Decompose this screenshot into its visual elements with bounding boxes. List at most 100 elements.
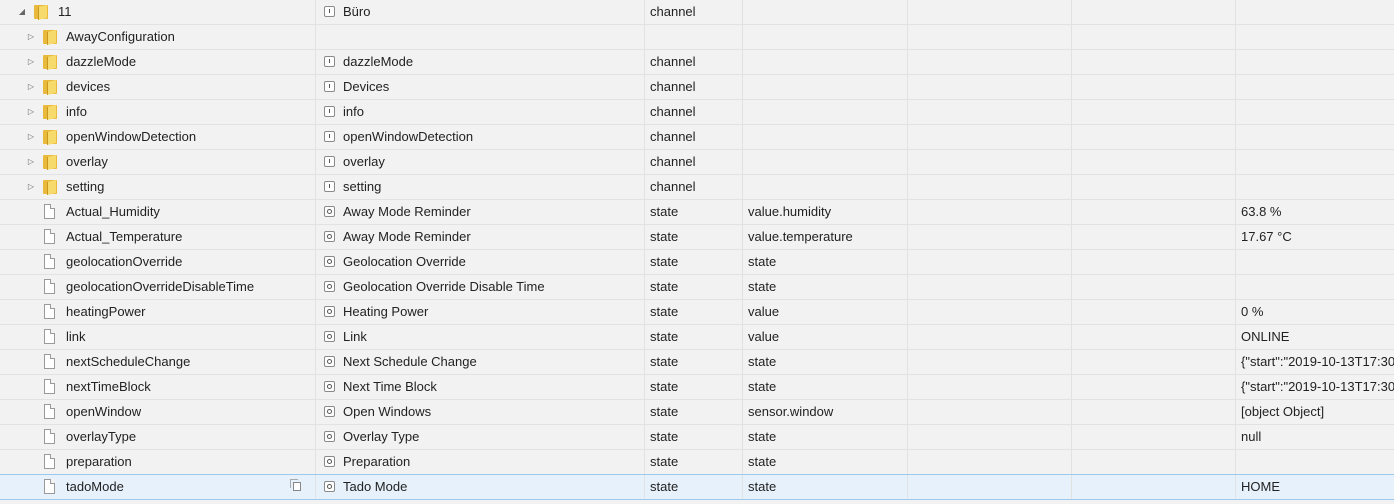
tree-row-preparation[interactable]: preparation Preparation state state: [0, 450, 1394, 475]
triangle-right-icon[interactable]: ▷: [25, 150, 37, 174]
type-cell: state: [644, 300, 742, 324]
id-cell: ▷ openWindowDetection: [0, 125, 315, 149]
state-icon: [324, 256, 335, 267]
name-cell: Open Windows: [315, 400, 644, 424]
id-cell: heatingPower: [0, 300, 315, 324]
tree-row-openwindowdetection[interactable]: ▷ openWindowDetection openWindowDetectio…: [0, 125, 1394, 150]
state-icon: [324, 431, 335, 442]
role-cell: value.humidity: [742, 200, 907, 224]
type-cell: state: [644, 200, 742, 224]
channel-icon: [324, 106, 335, 117]
room-cell: [907, 100, 1071, 124]
copy-icon[interactable]: [290, 479, 301, 491]
tree-row-info[interactable]: ▷ info info channel: [0, 100, 1394, 125]
object-id: overlay: [66, 154, 108, 169]
tree-row-openwindow[interactable]: openWindow Open Windows state sensor.win…: [0, 400, 1394, 425]
name-cell: dazzleMode: [315, 50, 644, 74]
value-cell[interactable]: 17.67 °C: [1235, 225, 1394, 249]
object-name: Preparation: [343, 454, 411, 469]
tree-row-heatingpower[interactable]: heatingPower Heating Power state value 0…: [0, 300, 1394, 325]
room-cell: [907, 425, 1071, 449]
id-cell: ▷ devices: [0, 75, 315, 99]
tree-row-nexttimeblock[interactable]: nextTimeBlock Next Time Block state stat…: [0, 375, 1394, 400]
value-cell[interactable]: [1235, 275, 1394, 299]
file-icon: [44, 204, 55, 219]
room-cell: [907, 350, 1071, 374]
value-cell[interactable]: [1235, 250, 1394, 274]
tree-row-link[interactable]: link Link state value ONLINE: [0, 325, 1394, 350]
id-cell: nextScheduleChange: [0, 350, 315, 374]
name-cell: setting: [315, 175, 644, 199]
folder-icon: [43, 155, 57, 170]
value-cell[interactable]: ONLINE: [1235, 325, 1394, 349]
folder-icon: [43, 30, 57, 45]
value-cell: [1235, 75, 1394, 99]
type-cell: channel: [644, 0, 742, 24]
object-id: nextScheduleChange: [66, 354, 191, 369]
function-cell: [1071, 300, 1235, 324]
triangle-down-icon[interactable]: ◢: [16, 0, 28, 24]
tree-row-dazzlemode[interactable]: ▷ dazzleMode dazzleMode channel: [0, 50, 1394, 75]
value-cell[interactable]: 63.8 %: [1235, 200, 1394, 224]
triangle-right-icon[interactable]: ▷: [25, 125, 37, 149]
function-cell: [1071, 375, 1235, 399]
value-cell[interactable]: {"start":"2019-10-13T17:30:: [1235, 350, 1394, 374]
type-cell: state: [644, 325, 742, 349]
id-cell: ▷ setting: [0, 175, 315, 199]
channel-icon: [324, 181, 335, 192]
name-cell: [315, 25, 644, 49]
value-cell[interactable]: 0 %: [1235, 300, 1394, 324]
tree-row-awayconfiguration[interactable]: ▷ AwayConfiguration: [0, 25, 1394, 50]
triangle-right-icon[interactable]: ▷: [25, 50, 37, 74]
room-cell: [907, 325, 1071, 349]
value-cell[interactable]: HOME: [1235, 475, 1394, 499]
tree-row-tadomode[interactable]: tadoMode Tado Mode state state HOME: [0, 474, 1394, 500]
object-id: Actual_Humidity: [66, 204, 160, 219]
role-cell: state: [742, 350, 907, 374]
id-cell: ▷ dazzleMode: [0, 50, 315, 74]
object-name: dazzleMode: [343, 54, 414, 69]
value-cell[interactable]: [object Object]: [1235, 400, 1394, 424]
id-cell: Actual_Humidity: [0, 200, 315, 224]
triangle-right-icon[interactable]: ▷: [25, 25, 37, 49]
file-icon: [44, 279, 55, 294]
object-id: nextTimeBlock: [66, 379, 151, 394]
object-id: geolocationOverride: [66, 254, 183, 269]
channel-icon: [324, 131, 335, 142]
function-cell: [1071, 75, 1235, 99]
value-cell[interactable]: null: [1235, 425, 1394, 449]
file-icon: [44, 329, 55, 344]
tree-row-overlaytype[interactable]: overlayType Overlay Type state state nul…: [0, 425, 1394, 450]
tree-row-nextschedulechange[interactable]: nextScheduleChange Next Schedule Change …: [0, 350, 1394, 375]
tree-row-devices[interactable]: ▷ devices Devices channel: [0, 75, 1394, 100]
tree-row-setting[interactable]: ▷ setting setting channel: [0, 175, 1394, 200]
tree-row-geolocationoverride[interactable]: geolocationOverride Geolocation Override…: [0, 250, 1394, 275]
function-cell: [1071, 450, 1235, 474]
triangle-right-icon[interactable]: ▷: [25, 75, 37, 99]
triangle-right-icon[interactable]: ▷: [25, 175, 37, 199]
id-cell: openWindow: [0, 400, 315, 424]
name-cell: Tado Mode: [315, 475, 644, 499]
name-cell: Geolocation Override: [315, 250, 644, 274]
function-cell: [1071, 475, 1235, 499]
state-icon: [324, 356, 335, 367]
triangle-right-icon[interactable]: ▷: [25, 100, 37, 124]
channel-icon: [324, 6, 335, 17]
channel-icon: [324, 56, 335, 67]
room-cell: [907, 50, 1071, 74]
value-cell: [1235, 100, 1394, 124]
value-cell[interactable]: [1235, 450, 1394, 474]
value-cell[interactable]: {"start":"2019-10-13T17:30:: [1235, 375, 1394, 399]
name-cell: Devices: [315, 75, 644, 99]
tree-row-geolocationoverridedisabletime[interactable]: geolocationOverrideDisableTime Geolocati…: [0, 275, 1394, 300]
tree-row-overlay[interactable]: ▷ overlay overlay channel: [0, 150, 1394, 175]
file-icon: [44, 304, 55, 319]
object-id: info: [66, 104, 87, 119]
object-tree-table: ◢ 11 Büro channel ▷ AwayConfiguration ▷ …: [0, 0, 1394, 504]
tree-row-actual-humidity[interactable]: Actual_Humidity Away Mode Reminder state…: [0, 200, 1394, 225]
function-cell: [1071, 50, 1235, 74]
object-name: Away Mode Reminder: [343, 204, 471, 219]
tree-row-actual-temperature[interactable]: Actual_Temperature Away Mode Reminder st…: [0, 225, 1394, 250]
tree-row-11[interactable]: ◢ 11 Büro channel: [0, 0, 1394, 25]
object-name: Tado Mode: [343, 479, 408, 494]
